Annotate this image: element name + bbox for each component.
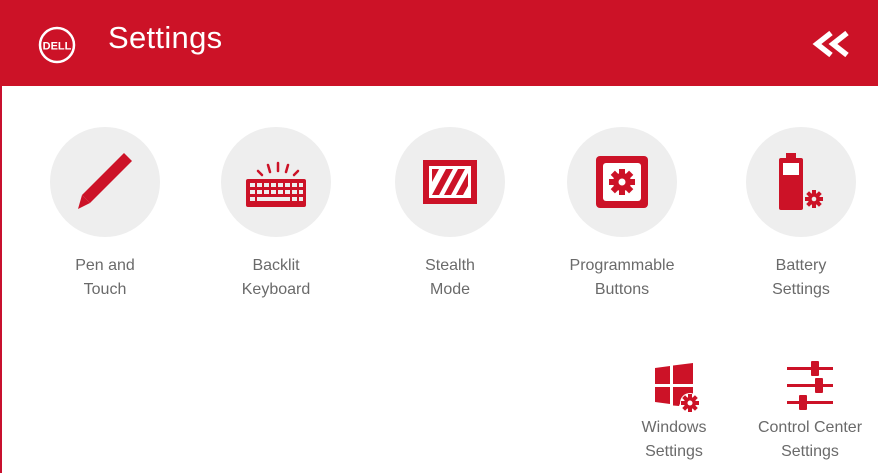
control-center-settings-label: Control Center Settings: [757, 419, 863, 460]
windows-settings-link[interactable]: Windows Settings: [604, 358, 744, 464]
tile-pen-and-touch[interactable]: Pen and Touch: [25, 127, 185, 302]
small-icon-wrap: [639, 358, 709, 414]
tile-backlit-keyboard[interactable]: Backlit Keyboard: [196, 127, 356, 302]
pen-icon: [78, 153, 132, 209]
stealth-mode-icon: [423, 160, 477, 204]
double-chevron-left-icon[interactable]: [812, 30, 852, 58]
tile-circle: [567, 127, 677, 237]
tile-circle: [746, 127, 856, 237]
tile-label: Programmable Buttons: [569, 257, 675, 298]
tile-circle: [50, 127, 160, 237]
header-bar: DELL Settings: [0, 0, 878, 86]
logo-text: DELL: [43, 41, 72, 53]
tile-label: Pen and Touch: [75, 257, 135, 298]
tile-label: Battery Settings: [772, 257, 830, 298]
page-title: Settings: [108, 20, 223, 55]
tile-circle: [221, 127, 331, 237]
tile-programmable-buttons[interactable]: Programmable Buttons: [542, 127, 702, 302]
windows-settings-icon: [655, 363, 700, 413]
settings-window: DELL Settings Pen and Touch Backlit Keyb…: [0, 0, 878, 473]
tile-circle: [395, 127, 505, 237]
tile-stealth-mode[interactable]: Stealth Mode: [370, 127, 530, 302]
control-center-sliders-icon: [787, 361, 833, 410]
battery-settings-icon: [779, 153, 823, 210]
window-left-border: [0, 86, 2, 473]
control-center-settings-link[interactable]: Control Center Settings: [740, 358, 878, 464]
backlit-keyboard-icon: [246, 161, 306, 207]
windows-settings-label: Windows Settings: [641, 419, 707, 460]
tile-battery-settings[interactable]: Battery Settings: [721, 127, 878, 302]
tile-label: Backlit Keyboard: [241, 257, 311, 298]
programmable-button-icon: [596, 156, 648, 208]
dell-logo: DELL: [38, 26, 76, 64]
small-icon-wrap: [775, 358, 845, 414]
tile-label: Stealth Mode: [425, 257, 475, 298]
